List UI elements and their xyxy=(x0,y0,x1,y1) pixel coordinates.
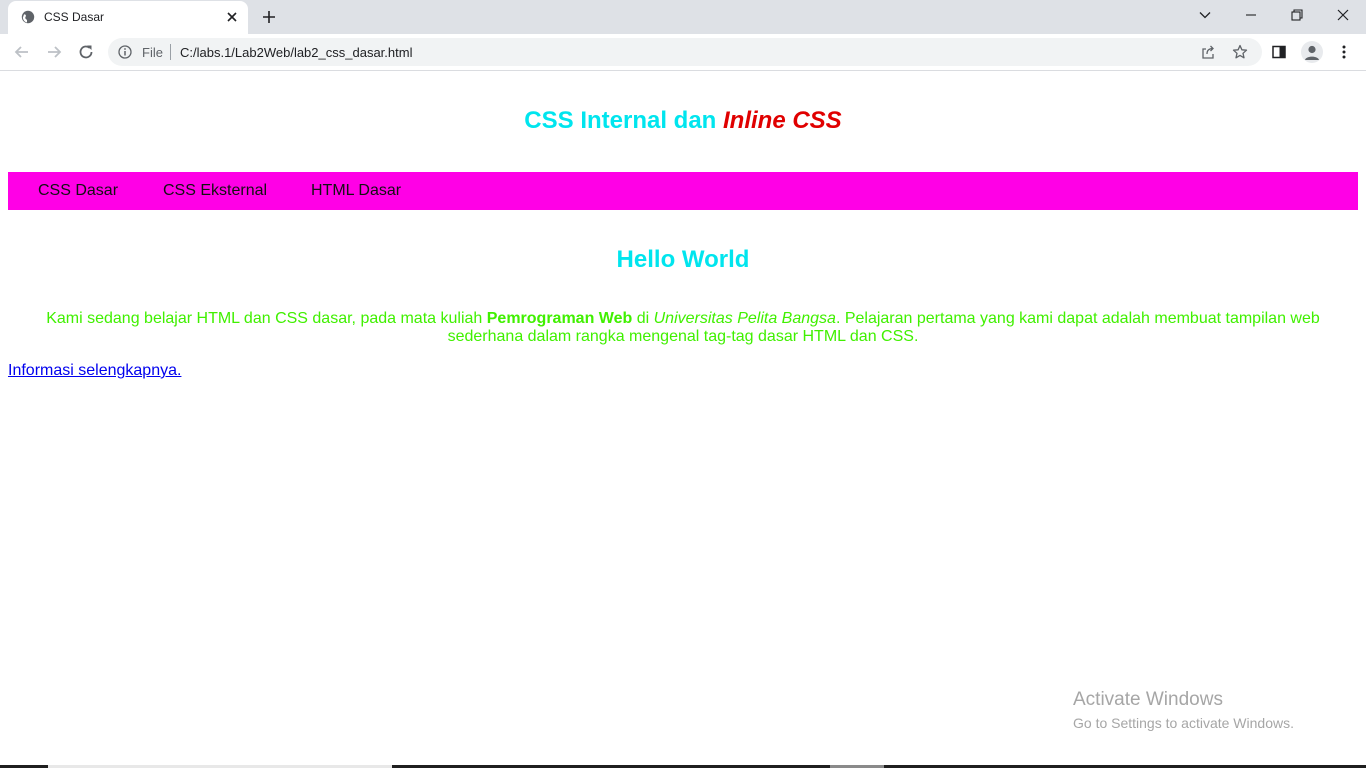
omnibox-divider xyxy=(170,44,171,60)
back-icon[interactable] xyxy=(10,40,34,64)
tab-strip: CSS Dasar xyxy=(0,0,1366,34)
intro-paragraph: Kami sedang belajar HTML dan CSS dasar, … xyxy=(30,310,1336,346)
title-plain-text: CSS Internal dan xyxy=(524,107,723,134)
plus-icon[interactable] xyxy=(259,7,279,27)
address-bar[interactable]: File C:/labs.1/Lab2Web/lab2_css_dasar.ht… xyxy=(108,38,1262,66)
intro-text-2: di xyxy=(632,310,654,327)
activate-windows-subtitle: Go to Settings to activate Windows. xyxy=(1073,715,1294,731)
nav-bar: CSS Dasar CSS Eksternal HTML Dasar xyxy=(8,172,1358,210)
browser-toolbar: File C:/labs.1/Lab2Web/lab2_css_dasar.ht… xyxy=(0,34,1366,71)
side-panel-icon[interactable] xyxy=(1268,41,1290,63)
share-icon[interactable] xyxy=(1199,43,1217,61)
active-tab[interactable]: CSS Dasar xyxy=(8,1,248,34)
nav-link-css-dasar[interactable]: CSS Dasar xyxy=(38,182,118,200)
reload-icon[interactable] xyxy=(74,40,98,64)
url-text[interactable]: C:/labs.1/Lab2Web/lab2_css_dasar.html xyxy=(180,45,412,60)
title-inline-text: Inline CSS xyxy=(723,107,842,134)
restore-icon[interactable] xyxy=(1274,0,1320,30)
hello-heading: Hello World xyxy=(616,246,750,273)
web-page: CSS Internal dan Inline CSS CSS Dasar CS… xyxy=(0,71,1366,768)
star-icon[interactable] xyxy=(1231,43,1249,61)
intro-bold-text: Pemrograman Web xyxy=(486,310,633,327)
nav-link-css-eksternal[interactable]: CSS Eksternal xyxy=(163,182,267,200)
info-icon[interactable] xyxy=(118,45,132,59)
globe-icon xyxy=(21,10,35,24)
chevron-down-icon[interactable] xyxy=(1182,0,1228,30)
activate-windows-title: Activate Windows xyxy=(1073,689,1223,710)
avatar-icon[interactable] xyxy=(1301,41,1323,63)
window-close-icon[interactable] xyxy=(1320,0,1366,30)
nav-link-html-dasar[interactable]: HTML Dasar xyxy=(311,182,401,200)
scheme-label: File xyxy=(142,45,163,60)
minimize-icon[interactable] xyxy=(1228,0,1274,30)
page-title: CSS Internal dan Inline CSS xyxy=(0,107,1366,135)
forward-icon[interactable] xyxy=(42,40,66,64)
close-icon[interactable] xyxy=(224,9,240,25)
more-info-link[interactable]: Informasi selengkapnya. xyxy=(8,362,181,380)
intro-italic-text: Universitas Pelita Bangsa xyxy=(653,310,836,327)
intro-text-1: Kami sedang belajar HTML dan CSS dasar, … xyxy=(46,310,487,327)
tab-title: CSS Dasar xyxy=(44,10,105,24)
kebab-menu-icon[interactable] xyxy=(1333,41,1355,63)
